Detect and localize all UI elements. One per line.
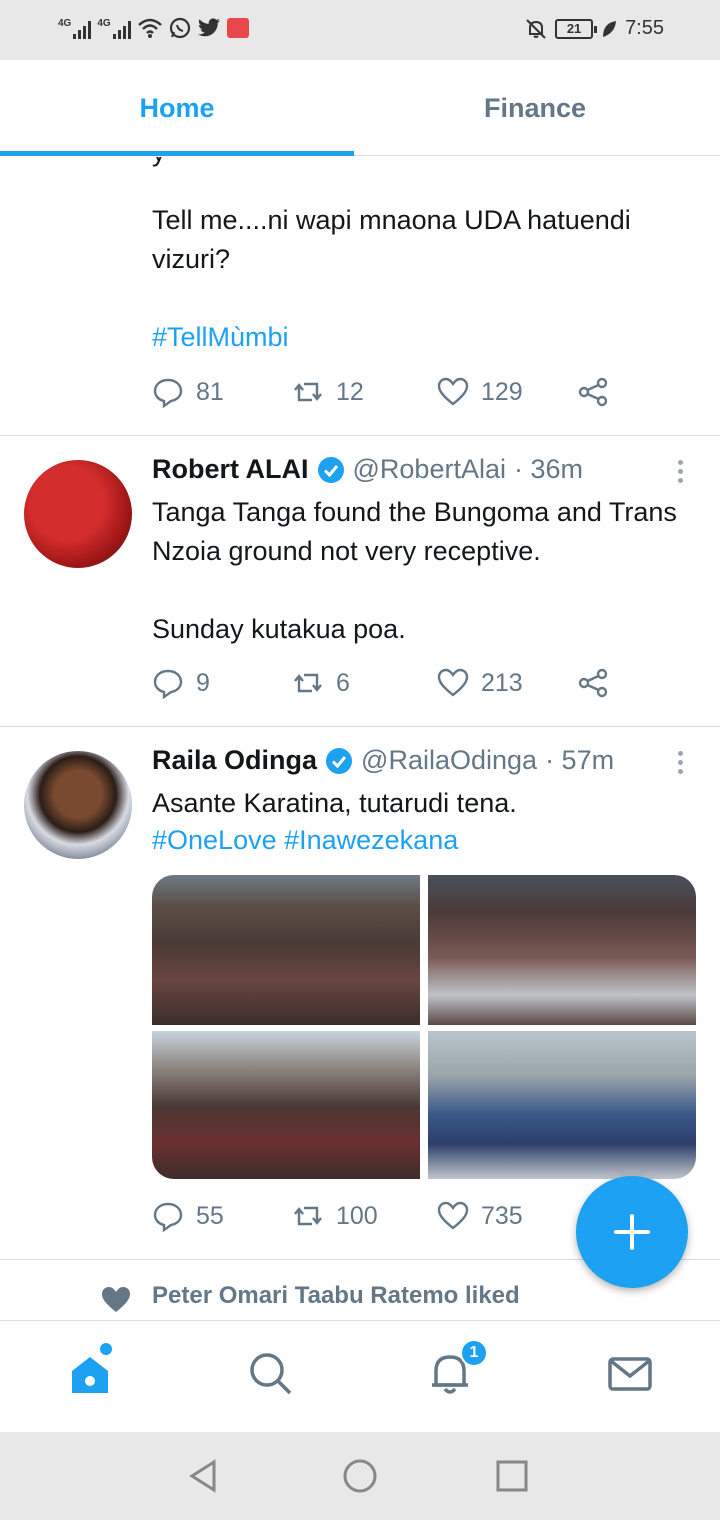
liked-banner-text: Peter Omari Taabu Ratemo liked xyxy=(152,1282,520,1309)
verified-badge-icon xyxy=(326,747,353,774)
top-tabs: Home Finance xyxy=(0,60,720,156)
tweet-photo-grid[interactable] xyxy=(152,875,696,1179)
news-app-icon xyxy=(226,18,249,38)
whatsapp-icon xyxy=(169,17,190,39)
divider xyxy=(0,435,720,436)
signal-icon xyxy=(73,20,92,39)
tweet-time: · 36m xyxy=(513,454,584,484)
home-icon xyxy=(72,1357,108,1393)
network-1: 4G xyxy=(58,18,92,39)
timeline-feed[interactable]: y Tell me....ni wapi mnaona UDA hatuendi… xyxy=(0,157,720,1320)
tweet-photo[interactable] xyxy=(152,875,420,1025)
tab-indicator xyxy=(0,151,354,156)
retweet-button[interactable]: 100 xyxy=(292,1200,378,1232)
more-options-icon[interactable] xyxy=(672,457,688,487)
search-icon xyxy=(250,1353,292,1395)
reply-icon xyxy=(153,669,183,699)
signal-icon xyxy=(112,20,131,39)
tweet-text: Tanga Tanga found the Bungoma and Trans … xyxy=(152,497,677,566)
tweet-actions: 9 6 213 xyxy=(152,667,622,707)
tweet-photo[interactable] xyxy=(428,875,696,1025)
back-icon[interactable] xyxy=(186,1458,222,1494)
tweet-text: Asante Karatina, tutarudi tena. xyxy=(152,788,517,818)
share-button[interactable] xyxy=(577,376,609,408)
nav-home[interactable] xyxy=(66,1343,114,1397)
heart-icon xyxy=(437,668,469,697)
recents-icon[interactable] xyxy=(494,1458,530,1494)
tweet-text-2: Sunday kutakua poa. xyxy=(152,614,406,644)
more-options-icon[interactable] xyxy=(672,748,688,778)
compose-tweet-button[interactable] xyxy=(576,1176,688,1288)
nav-messages[interactable] xyxy=(606,1349,654,1397)
status-right: 21 7:55 xyxy=(525,17,664,40)
author-handle: @RobertAlai xyxy=(352,454,506,484)
like-button[interactable]: 735 xyxy=(437,1200,523,1232)
new-content-dot xyxy=(100,1343,112,1355)
system-navigation xyxy=(0,1432,720,1520)
tweet-text-partial: y xyxy=(152,157,166,172)
leaf-icon xyxy=(603,20,617,37)
retweet-icon xyxy=(294,1206,322,1226)
tweet-text: Tell me....ni wapi mnaona UDA hatuendi v… xyxy=(152,205,631,274)
tab-home[interactable]: Home xyxy=(0,60,354,156)
share-icon xyxy=(578,668,608,698)
tweet-header: Robert ALAI @RobertAlai · 36m xyxy=(152,454,583,485)
author-handle: @RailaOdinga xyxy=(361,745,538,775)
author-name[interactable]: Robert ALAI xyxy=(152,454,309,485)
reply-button[interactable]: 55 xyxy=(152,1200,224,1232)
nav-search[interactable] xyxy=(246,1349,294,1397)
reply-button[interactable]: 81 xyxy=(152,376,224,408)
status-left: 4G 4G xyxy=(58,17,249,39)
mail-icon xyxy=(608,1357,652,1391)
verified-badge-icon xyxy=(317,456,344,483)
home-circle-icon[interactable] xyxy=(342,1458,378,1494)
share-button[interactable] xyxy=(577,667,609,699)
bottom-navigation: 1 xyxy=(0,1320,720,1432)
like-button[interactable]: 129 xyxy=(437,376,523,408)
avatar[interactable] xyxy=(24,751,132,859)
heart-icon xyxy=(437,377,469,406)
author-name[interactable]: Raila Odinga xyxy=(152,745,317,776)
like-button[interactable]: 213 xyxy=(437,667,523,699)
tweet-actions: 81 12 129 xyxy=(152,376,622,416)
status-time: 7:55 xyxy=(625,17,664,39)
retweet-icon xyxy=(294,673,322,693)
retweet-button[interactable]: 6 xyxy=(292,667,350,699)
retweet-button[interactable]: 12 xyxy=(292,376,364,408)
status-bar: 4G 4G 21 7:55 xyxy=(0,0,720,60)
twitter-icon xyxy=(197,18,220,37)
nav-notifications[interactable]: 1 xyxy=(426,1339,488,1397)
tweet-actions: 55 100 735 xyxy=(152,1200,622,1240)
tweet-hashtag[interactable]: #TellMùmbi xyxy=(152,318,289,357)
divider xyxy=(0,726,720,727)
tab-finance[interactable]: Finance xyxy=(358,60,712,156)
bell-muted-icon xyxy=(526,18,546,39)
reply-button[interactable]: 9 xyxy=(152,667,210,699)
tweet-photo[interactable] xyxy=(152,1031,420,1179)
notification-badge: 1 xyxy=(460,1339,488,1367)
reply-icon xyxy=(153,378,183,408)
retweet-icon xyxy=(294,382,322,402)
battery-indicator: 21 xyxy=(555,18,598,39)
wifi-icon xyxy=(137,18,162,38)
share-icon xyxy=(578,377,608,407)
network-2: 4G xyxy=(97,18,131,39)
reply-icon xyxy=(153,1202,183,1232)
avatar[interactable] xyxy=(24,460,132,568)
tweet-hashtag[interactable]: #OneLove #Inawezekana xyxy=(152,821,692,860)
heart-filled-icon xyxy=(102,1287,130,1312)
heart-icon xyxy=(437,1201,469,1230)
tweet-time: · 57m xyxy=(545,745,615,775)
tweet-header: Raila Odinga @RailaOdinga · 57m xyxy=(152,745,614,776)
tweet-photo[interactable] xyxy=(428,1031,696,1179)
